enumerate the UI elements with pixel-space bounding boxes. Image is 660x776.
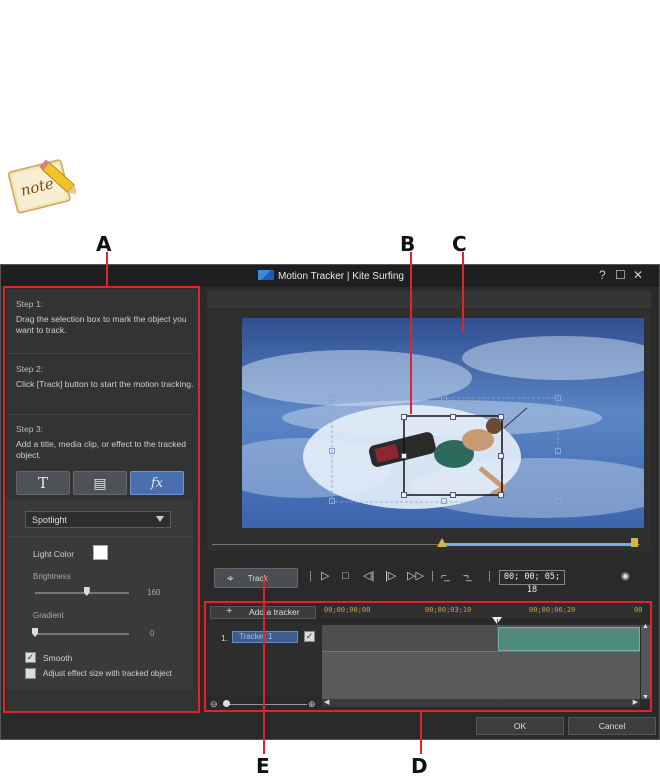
- smooth-checkbox[interactable]: ✓: [25, 652, 36, 663]
- selection-handle[interactable]: [450, 414, 456, 420]
- brightness-slider[interactable]: [35, 592, 129, 594]
- separator-icon: |: [431, 570, 434, 582]
- tracker-visible-checkbox[interactable]: ✓: [304, 631, 315, 642]
- separator-icon: |: [309, 570, 312, 582]
- light-color-swatch[interactable]: [93, 545, 108, 560]
- scroll-up-icon[interactable]: ▲: [642, 623, 649, 630]
- selection-handle[interactable]: [498, 492, 504, 498]
- add-title-button[interactable]: T: [16, 471, 70, 495]
- add-effect-button[interactable]: fx: [130, 471, 184, 495]
- resize-handle[interactable]: [441, 498, 447, 504]
- divider: [7, 414, 193, 415]
- tracker-overlay: [242, 318, 644, 528]
- scroll-left-icon[interactable]: ◀: [324, 698, 329, 706]
- window-title: Motion Tracker | Kite Surfing: [1, 270, 659, 282]
- mark-out-icon[interactable]: ¬̲: [463, 571, 469, 582]
- callout-a: A: [96, 232, 112, 256]
- selection-handle[interactable]: [498, 414, 504, 420]
- scroll-down-icon[interactable]: ▼: [642, 694, 649, 701]
- timeline-ruler[interactable]: 00;00;00;00 00;00;03;10 00;00;06;20 00: [322, 605, 642, 618]
- note-icon: note: [7, 159, 76, 214]
- tracker-index: 1.: [221, 633, 229, 643]
- horizontal-scrollbar[interactable]: ◀ ▶: [322, 699, 640, 707]
- adjust-size-checkbox[interactable]: [25, 668, 36, 679]
- selection-handle[interactable]: [401, 453, 407, 459]
- chevron-down-icon: [156, 516, 164, 522]
- stop-icon[interactable]: □: [342, 571, 349, 582]
- maximize-icon[interactable]: ☐: [615, 268, 626, 282]
- tracked-clip[interactable]: [498, 627, 640, 651]
- callout-d: D: [411, 754, 428, 776]
- range-start-marker[interactable]: [437, 538, 447, 547]
- previous-frame-icon[interactable]: ◁|: [363, 571, 374, 582]
- track-button[interactable]: ⌖ Track: [214, 568, 298, 588]
- scroll-right-icon[interactable]: ▶: [633, 698, 638, 706]
- gradient-label: Gradient: [33, 611, 64, 620]
- brightness-label: Brightness: [33, 572, 71, 581]
- gradient-slider[interactable]: [35, 633, 129, 635]
- resize-handle[interactable]: [329, 448, 335, 454]
- ruler-tick-label: 00;00;03;10: [425, 606, 472, 614]
- next-frame-icon[interactable]: |▷: [385, 571, 396, 582]
- separator-icon: |: [488, 570, 491, 582]
- step-1: Step 1: Drag the selection box to mark t…: [16, 299, 187, 335]
- selection-handle[interactable]: [401, 414, 407, 420]
- close-icon[interactable]: ✕: [633, 268, 643, 282]
- effect-select[interactable]: Spotlight: [25, 511, 171, 528]
- effect-icon: fx: [150, 475, 164, 491]
- divider: [7, 353, 193, 354]
- resize-handle[interactable]: [329, 498, 335, 504]
- brightness-value: 160: [147, 588, 161, 597]
- resize-handle[interactable]: [441, 395, 447, 401]
- selection-handle[interactable]: [401, 492, 407, 498]
- zoom-slider[interactable]: [223, 704, 307, 705]
- ruler-tick-label: 00;00;00;00: [324, 606, 371, 614]
- playhead-line: [497, 619, 498, 699]
- divider: [7, 536, 193, 537]
- step-2: Step 2: Click [Track] button to start th…: [16, 364, 194, 389]
- tracked-range: [441, 543, 635, 546]
- zoom-in-icon[interactable]: ⊕: [308, 699, 316, 710]
- plus-icon: +: [226, 605, 233, 617]
- help-icon[interactable]: ?: [599, 268, 606, 282]
- target-icon: ⌖: [227, 570, 234, 585]
- resize-handle[interactable]: [555, 448, 561, 454]
- gradient-value: 0: [150, 629, 155, 638]
- vertical-scrollbar[interactable]: ▲ ▼: [641, 623, 650, 701]
- cancel-button[interactable]: Cancel: [568, 717, 656, 735]
- callout-e: E: [256, 754, 270, 776]
- selection-handle[interactable]: [498, 453, 504, 459]
- preview-header: [207, 291, 651, 309]
- range-end-marker[interactable]: [631, 538, 638, 547]
- smooth-label: Smooth: [43, 653, 73, 663]
- motion-tracker-window: Motion Tracker | Kite Surfing ? ☐ ✕ Step…: [0, 264, 660, 740]
- ruler-tick-label: 00;00;06;20: [529, 606, 576, 614]
- resize-handle[interactable]: [555, 498, 561, 504]
- play-icon[interactable]: ▷: [321, 571, 329, 582]
- ok-button[interactable]: OK: [476, 717, 564, 735]
- callout-b: B: [400, 232, 416, 256]
- callout-c: C: [452, 232, 467, 256]
- media-icon: ▤: [93, 474, 107, 491]
- zoom-slider-handle[interactable]: [223, 700, 230, 707]
- preview-settings-icon[interactable]: ◉: [621, 571, 630, 582]
- fast-forward-icon[interactable]: ▷▷: [407, 571, 424, 582]
- app-logo-icon: [258, 270, 274, 280]
- add-tracker-button[interactable]: + Add a tracker: [210, 606, 316, 619]
- add-media-button[interactable]: ▤: [73, 471, 127, 495]
- light-color-label: Light Color: [33, 549, 75, 559]
- step-3: Step 3: Add a title, media clip, or effe…: [16, 424, 186, 460]
- resize-handle[interactable]: [555, 395, 561, 401]
- title-bar: Motion Tracker | Kite Surfing ? ☐ ✕: [1, 265, 659, 287]
- resize-handle[interactable]: [329, 395, 335, 401]
- adjust-size-label: Adjust effect size with tracked object: [43, 669, 172, 678]
- tracker-name[interactable]: Tracker 1: [232, 631, 298, 643]
- ruler-tick-label: 00: [634, 606, 643, 614]
- page: note A B C E D Motion Tracker | Kite Sur…: [0, 0, 660, 776]
- selection-handle[interactable]: [450, 492, 456, 498]
- title-icon: T: [37, 474, 48, 492]
- zoom-out-icon[interactable]: ⊖: [210, 699, 218, 710]
- timecode-display[interactable]: 00; 00; 05; 18: [499, 570, 565, 595]
- mark-in-icon[interactable]: ⌐̲: [441, 571, 447, 582]
